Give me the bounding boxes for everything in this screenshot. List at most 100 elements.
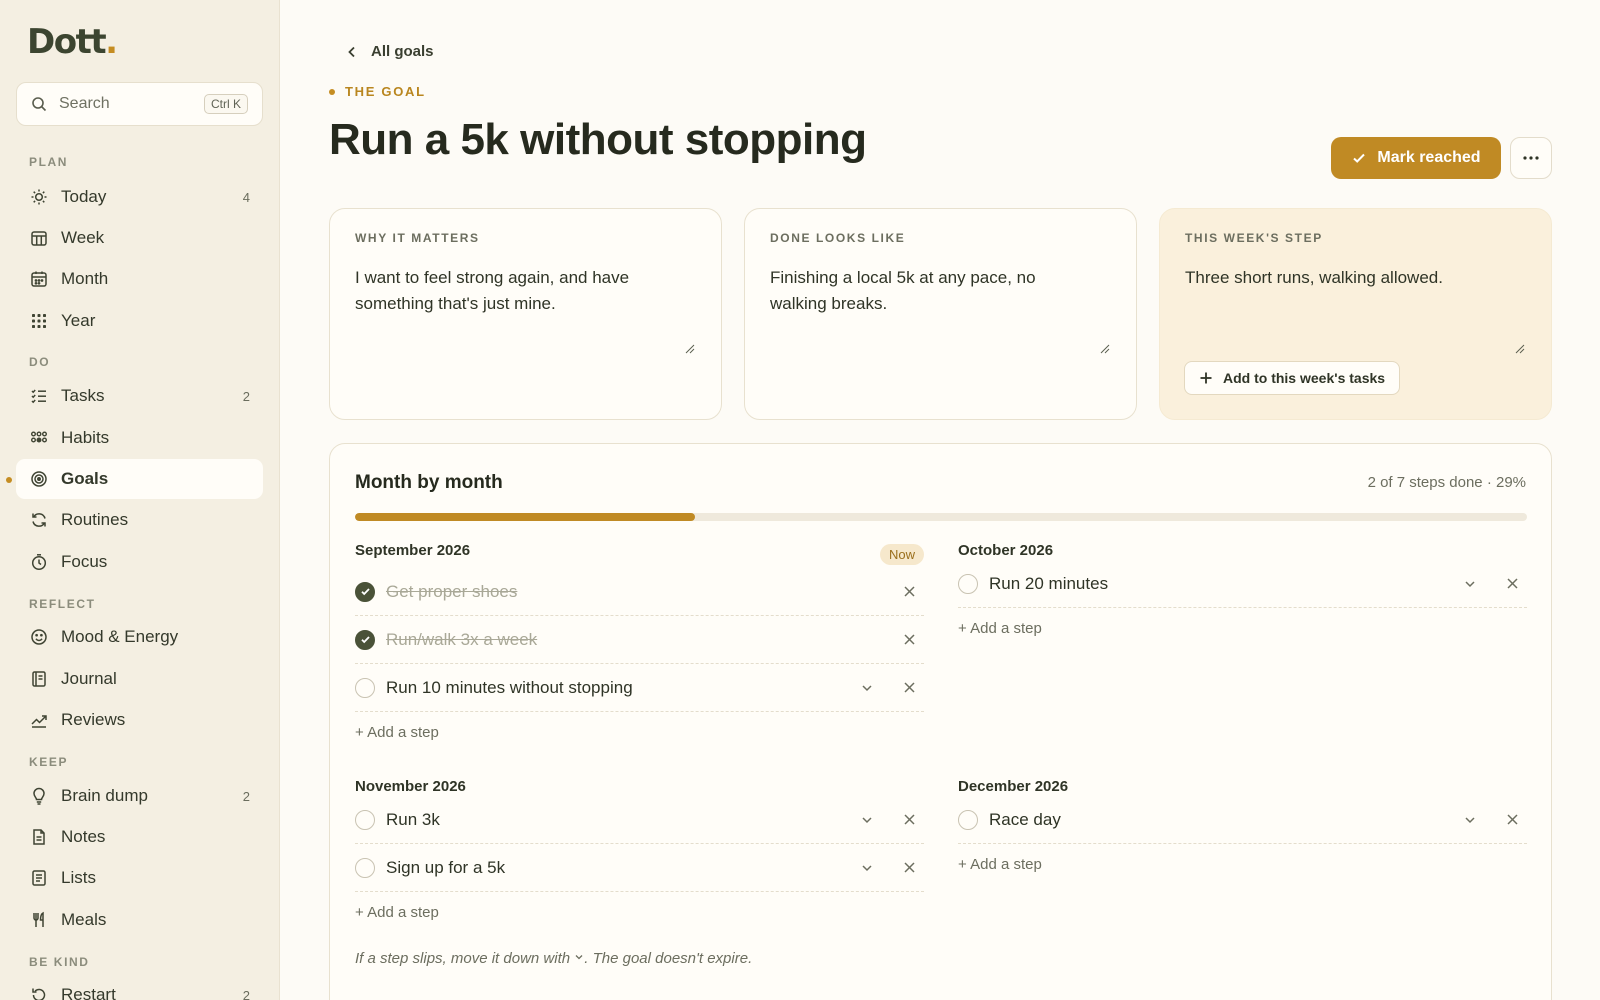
back-link[interactable]: All goals <box>345 43 434 60</box>
sidebar-item-year[interactable]: Year <box>16 301 263 341</box>
step-row: Run 10 minutes without stopping <box>355 664 924 712</box>
sidebar-item-week[interactable]: Week <box>16 218 263 258</box>
sidebar: Dott. Search Ctrl K PLAN Today 4 Week Mo… <box>0 0 280 1000</box>
sidebar-item-label: Routines <box>61 510 129 529</box>
search-shortcut: Ctrl K <box>204 94 248 114</box>
month-calendar-icon <box>29 270 48 289</box>
footnote-before: If a step slips, move it down with <box>355 950 571 967</box>
close-icon[interactable] <box>903 861 916 874</box>
step-row: Get proper shoes <box>355 568 924 616</box>
plus-icon <box>1200 372 1212 384</box>
step-row: Sign up for a 5k <box>355 844 924 892</box>
month-october: October 2026 Run 20 minutes + Add a step <box>958 542 1527 640</box>
sidebar-item-journal[interactable]: Journal <box>16 659 263 699</box>
sidebar-item-count: 2 <box>242 987 250 1000</box>
section-be-kind: BE KIND <box>29 955 90 969</box>
sidebar-item-label: Tasks <box>61 386 105 405</box>
sidebar-item-today[interactable]: Today 4 <box>16 177 263 217</box>
close-icon[interactable] <box>903 681 916 694</box>
sidebar-item-mood-energy[interactable]: Mood & Energy <box>16 617 263 657</box>
sidebar-item-label: Reviews <box>61 710 126 729</box>
task-list-icon <box>29 387 48 406</box>
section-do: DO <box>29 355 51 369</box>
step-text[interactable]: Run 20 minutes <box>989 574 1527 594</box>
sidebar-item-notes[interactable]: Notes <box>16 817 263 857</box>
step-text[interactable]: Get proper shoes <box>386 582 924 602</box>
check-icon <box>360 588 370 596</box>
step-text[interactable]: Run/walk 3x a week <box>386 630 924 650</box>
list-icon <box>29 869 48 888</box>
sun-icon <box>29 188 48 207</box>
footnote: If a step slips, move it down with . The… <box>355 950 752 967</box>
sidebar-item-label: Meals <box>61 910 107 929</box>
sidebar-item-count: 2 <box>242 388 250 404</box>
sidebar-item-goals[interactable]: Goals <box>16 459 263 499</box>
why-it-matters-textarea[interactable]: I want to feel strong again, and have so… <box>355 265 675 317</box>
step-checkbox[interactable] <box>355 629 375 650</box>
sidebar-item-brain-dump[interactable]: Brain dump 2 <box>16 776 263 816</box>
sidebar-item-routines[interactable]: Routines <box>16 500 263 540</box>
chevron-down-icon[interactable] <box>860 813 874 827</box>
resize-handle-icon[interactable] <box>1513 342 1525 354</box>
step-checkbox[interactable] <box>355 857 375 878</box>
sidebar-item-label: Goals <box>61 469 109 488</box>
chevron-down-icon[interactable] <box>1463 813 1477 827</box>
chevron-down-icon[interactable] <box>860 681 874 695</box>
sidebar-item-lists[interactable]: Lists <box>16 858 263 898</box>
step-checkbox[interactable] <box>355 581 375 602</box>
now-badge: Now <box>879 544 924 565</box>
mark-reached-button[interactable]: Mark reached <box>1331 137 1501 179</box>
sidebar-item-meals[interactable]: Meals <box>16 900 263 940</box>
sidebar-item-label: Notes <box>61 827 106 846</box>
chevron-down-icon[interactable] <box>860 861 874 875</box>
close-icon[interactable] <box>903 585 916 598</box>
resize-handle-icon[interactable] <box>683 342 695 354</box>
done-looks-like-textarea[interactable]: Finishing a local 5k at any pace, no wal… <box>770 265 1090 317</box>
step-checkbox[interactable] <box>355 809 375 830</box>
step-row: Run 3k <box>355 796 924 844</box>
more-horizontal-icon <box>1523 156 1539 160</box>
sidebar-item-restart[interactable]: Restart 2 <box>16 975 263 1000</box>
back-link-label: All goals <box>371 43 434 60</box>
step-text[interactable]: Run 3k <box>386 810 924 830</box>
step-checkbox[interactable] <box>355 677 375 698</box>
search-placeholder: Search <box>59 95 110 112</box>
step-text[interactable]: Run 10 minutes without stopping <box>386 678 924 698</box>
close-icon[interactable] <box>903 813 916 826</box>
close-icon[interactable] <box>903 633 916 646</box>
active-indicator-dot <box>6 477 12 483</box>
add-step-link[interactable]: + Add a step <box>958 856 1527 876</box>
sidebar-item-focus[interactable]: Focus <box>16 542 263 582</box>
step-row: Run/walk 3x a week <box>355 616 924 664</box>
sidebar-item-habits[interactable]: Habits <box>16 418 263 458</box>
section-reflect: REFLECT <box>29 597 96 611</box>
month-name: November 2026 <box>355 778 466 795</box>
week-calendar-icon <box>29 229 48 248</box>
resize-handle-icon[interactable] <box>1098 342 1110 354</box>
add-step-link[interactable]: + Add a step <box>355 904 924 924</box>
step-text[interactable]: Race day <box>989 810 1527 830</box>
more-options-button[interactable] <box>1510 137 1552 179</box>
month-november: November 2026 Run 3k Sign up for a 5k + … <box>355 778 924 924</box>
sidebar-item-tasks[interactable]: Tasks 2 <box>16 376 263 416</box>
step-checkbox[interactable] <box>958 573 978 594</box>
page-title[interactable]: Run a 5k without stopping <box>329 115 867 165</box>
close-icon[interactable] <box>1506 813 1519 826</box>
month-by-month-panel: Month by month 2 of 7 steps done · 29% S… <box>329 443 1552 1000</box>
app-logo[interactable]: Dott. <box>27 22 118 62</box>
smiley-icon <box>29 628 48 647</box>
sidebar-item-label: Focus <box>61 552 108 571</box>
this-weeks-step-card: THIS WEEK'S STEP Three short runs, walki… <box>1159 208 1552 420</box>
close-icon[interactable] <box>1506 577 1519 590</box>
sidebar-item-month[interactable]: Month <box>16 259 263 299</box>
note-icon <box>29 828 48 847</box>
add-step-link[interactable]: + Add a step <box>355 724 924 744</box>
search-input[interactable]: Search Ctrl K <box>16 82 263 126</box>
step-checkbox[interactable] <box>958 809 978 830</box>
chevron-down-icon[interactable] <box>1463 577 1477 591</box>
this-weeks-step-textarea[interactable]: Three short runs, walking allowed. <box>1185 265 1505 291</box>
step-text[interactable]: Sign up for a 5k <box>386 858 924 878</box>
add-step-link[interactable]: + Add a step <box>958 620 1527 640</box>
sidebar-item-reviews[interactable]: Reviews <box>16 700 263 740</box>
add-to-week-button[interactable]: Add to this week's tasks <box>1184 361 1401 395</box>
